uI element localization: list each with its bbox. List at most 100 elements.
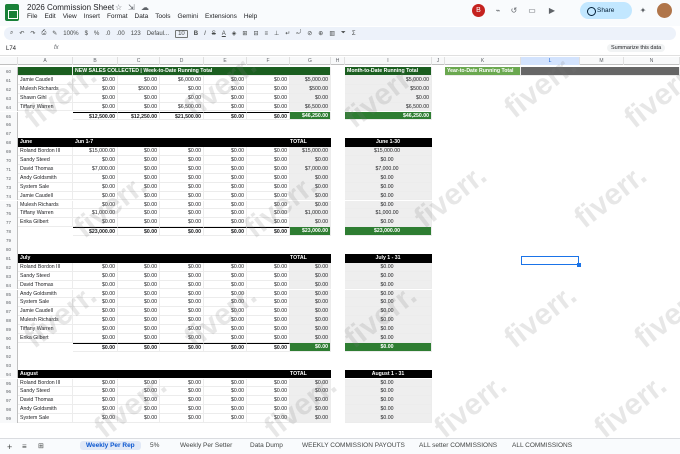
row-number[interactable]: 83 [0,271,18,281]
cell-g[interactable]: $7,000.00 [290,164,331,174]
spreadsheet-grid[interactable]: ABCDEFGHIJKLMN 60 NEW SALES COLLECTED | W… [0,57,680,438]
cell-f[interactable]: $0.00 [247,325,290,334]
cell-f[interactable]: $0.00 [247,280,290,290]
video-call-icon[interactable]: ▶ [545,4,559,18]
cell-a[interactable]: System Sale [18,414,73,423]
row-number[interactable]: 70 [0,156,18,165]
cell-i[interactable]: $0.00 [345,191,432,201]
cell-i[interactable]: $0.00 [345,156,432,165]
cell-e[interactable]: $0.00 [204,111,247,121]
cell-b[interactable]: $0.00 [73,396,118,406]
sheet-tab[interactable]: Weekly Per Rep [80,441,141,450]
cell-a[interactable]: August [18,369,73,379]
cell-b[interactable]: $0.00 [73,280,118,290]
cell-d[interactable]: $6,500.00 [160,102,204,112]
cell-b[interactable]: $0.00 [73,307,118,317]
bold-icon[interactable]: B [194,31,198,37]
cell-a[interactable]: Erika Gilbert [18,334,73,343]
cell-g[interactable]: TOTAL [290,253,331,263]
cell-d[interactable]: $0.00 [160,387,204,397]
sheets-logo-icon[interactable] [5,4,19,21]
sheet-tab[interactable]: Weekly Per Setter [180,442,232,449]
cell-f[interactable]: $0.00 [247,182,290,192]
cell-i[interactable]: $0.00 [345,298,432,308]
cell-f[interactable]: $0.00 [247,200,290,210]
paint-format-icon[interactable]: ✎ [52,30,57,37]
cell-b[interactable]: $0.00 [73,405,118,415]
col-header-c[interactable]: C [118,57,160,65]
cell-d[interactable]: $0.00 [160,271,204,281]
sheet-tab[interactable]: 5% [150,442,159,449]
cell-b[interactable]: $0.00 [73,173,118,183]
cell-b[interactable]: $0.00 [73,289,118,299]
cell-f[interactable]: $0.00 [247,156,290,165]
cell-i[interactable]: $0.00 [345,182,432,192]
cell-g[interactable]: $0.00 [290,405,331,415]
col-header-a[interactable]: A [18,57,73,65]
row-number[interactable]: 66 [0,120,18,130]
cell-f[interactable]: $0.00 [247,173,290,183]
cell-g[interactable]: $23,000.00 [290,227,331,237]
cell-e[interactable]: $0.00 [204,289,247,299]
cell-e[interactable]: $0.00 [204,218,247,228]
cell-d[interactable]: $0.00 [160,227,204,237]
cell-c[interactable]: $0.00 [118,173,160,183]
row-number[interactable]: 67 [0,129,18,139]
cell-a[interactable]: System Sale [18,182,73,192]
cell-f[interactable]: $0.00 [247,84,290,94]
menu-data[interactable]: Data [135,13,149,20]
row-number[interactable]: 99 [0,414,18,423]
cell-c[interactable]: $0.00 [118,387,160,397]
cell-b[interactable] [73,253,290,263]
cell-g[interactable]: $0.00 [290,182,331,192]
cell-g[interactable]: $0.00 [290,262,331,272]
cell-d[interactable]: $0.00 [160,191,204,201]
cell-c[interactable]: $0.00 [118,93,160,103]
cell-i[interactable]: $500.00 [345,84,432,94]
row-number[interactable]: 75 [0,200,18,210]
strikethrough-icon[interactable]: S [212,31,216,37]
cell-a[interactable]: Sandy Steed [18,387,73,397]
cell-e[interactable]: $0.00 [204,209,247,219]
row-number[interactable]: 62 [0,84,18,94]
cell-d[interactable]: $0.00 [160,182,204,192]
cell-g[interactable]: $0.00 [290,271,331,281]
cell-i[interactable]: $0.00 [345,280,432,290]
name-box[interactable]: L74 [6,46,16,52]
cell-f[interactable]: $0.00 [247,102,290,112]
cell-d[interactable]: $0.00 [160,280,204,290]
cell-c[interactable]: $0.00 [118,182,160,192]
selected-cell[interactable] [521,256,581,267]
cell-b[interactable]: $0.00 [73,84,118,94]
cell-d[interactable]: $0.00 [160,325,204,334]
cell-a[interactable]: Jamie Caudell [18,191,73,201]
cell-b[interactable]: $0.00 [73,342,118,352]
cell-d[interactable]: $0.00 [160,316,204,326]
cell-a[interactable]: Erika Gilbert [18,218,73,228]
user-avatar[interactable] [657,3,672,18]
cell-e[interactable]: $0.00 [204,200,247,210]
cell-g[interactable]: $0.00 [290,378,331,388]
cell-a[interactable]: Tiffany Warren [18,102,73,112]
cell-g[interactable]: $500.00 [290,84,331,94]
cell-a[interactable]: David Thomas [18,280,73,290]
cell-a[interactable]: Sandy Steed [18,156,73,165]
cell-i[interactable]: August 1 - 31 [345,369,432,379]
cell-i[interactable]: $0.00 [345,262,432,272]
cell-e[interactable]: $0.00 [204,84,247,94]
cell-a[interactable]: Andy Goldsmith [18,173,73,183]
comment-add-icon[interactable]: ⊕ [318,30,323,37]
increase-decimal-button[interactable]: .00 [116,31,124,37]
cell-c[interactable]: $0.00 [118,75,160,85]
cell-i[interactable]: $23,000.00 [345,227,432,237]
sheet-tab[interactable]: WEEKLY COMMISSION PAYOUTS [302,442,405,449]
col-header-b[interactable]: B [73,57,118,65]
number-format-button[interactable]: 123 [131,31,141,37]
search-icon[interactable]: ⌕ [10,30,13,37]
cell-k[interactable]: Year-to-Date Running Total [445,67,521,76]
row-number[interactable]: 76 [0,209,18,219]
cell-b[interactable]: $12,500.00 [73,111,118,121]
cloud-icon[interactable]: ☁ [141,3,149,12]
cell-g[interactable]: $0.00 [290,289,331,299]
cell-e[interactable]: $0.00 [204,414,247,423]
